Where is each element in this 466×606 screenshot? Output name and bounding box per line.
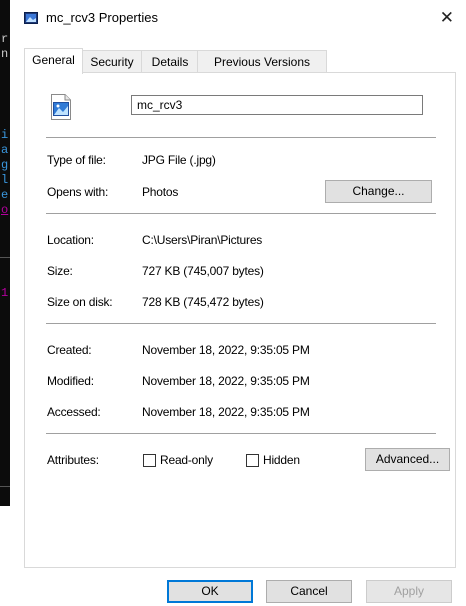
created-value: November 18, 2022, 9:35:05 PM bbox=[142, 343, 310, 357]
terminal-line: e bbox=[1, 188, 9, 202]
size-on-disk-value: 728 KB (745,472 bytes) bbox=[142, 295, 264, 309]
type-of-file-value: JPG File (.jpg) bbox=[142, 153, 216, 167]
tab-security[interactable]: Security bbox=[81, 50, 143, 73]
terminal-line: o bbox=[1, 203, 9, 217]
hidden-label[interactable]: Hidden bbox=[263, 453, 300, 467]
modified-value: November 18, 2022, 9:35:05 PM bbox=[142, 374, 310, 388]
hidden-checkbox[interactable] bbox=[246, 454, 259, 467]
type-of-file-label: Type of file: bbox=[47, 153, 106, 167]
advanced-button[interactable]: Advanced... bbox=[365, 448, 450, 471]
terminal-line: a bbox=[1, 143, 9, 157]
modified-label: Modified: bbox=[47, 374, 94, 388]
terminal-line: 1 bbox=[1, 286, 9, 300]
opens-with-label: Opens with: bbox=[47, 185, 109, 199]
terminal-line: g bbox=[1, 158, 9, 172]
opens-with-value: Photos bbox=[142, 185, 179, 199]
location-value: C:\Users\Piran\Pictures bbox=[142, 233, 263, 247]
file-name-input[interactable] bbox=[131, 95, 423, 115]
divider bbox=[46, 137, 436, 138]
apply-button[interactable]: Apply bbox=[366, 580, 452, 603]
size-value: 727 KB (745,007 bytes) bbox=[142, 264, 264, 278]
divider bbox=[46, 323, 436, 324]
title-bar[interactable]: mc_rcv3 Properties ✕ bbox=[10, 0, 466, 38]
divider bbox=[46, 213, 436, 214]
properties-dialog: mc_rcv3 Properties ✕ General Security De… bbox=[10, 0, 466, 606]
terminal-line: l bbox=[1, 173, 9, 187]
tab-general[interactable]: General bbox=[24, 48, 83, 74]
location-label: Location: bbox=[47, 233, 94, 247]
attributes-label: Attributes: bbox=[47, 453, 99, 467]
tab-details[interactable]: Details bbox=[141, 50, 199, 73]
terminal-divider bbox=[0, 486, 10, 487]
change-button[interactable]: Change... bbox=[325, 180, 432, 203]
tab-previous-versions[interactable]: Previous Versions bbox=[197, 50, 327, 73]
accessed-value: November 18, 2022, 9:35:05 PM bbox=[142, 405, 310, 419]
size-on-disk-label: Size on disk: bbox=[47, 295, 113, 309]
read-only-label[interactable]: Read-only bbox=[160, 453, 213, 467]
terminal-line: r bbox=[1, 32, 9, 46]
terminal-line: n bbox=[1, 47, 9, 61]
general-tab-panel: Type of file: JPG File (.jpg) Opens with… bbox=[24, 72, 456, 568]
terminal-divider bbox=[0, 257, 10, 258]
read-only-checkbox[interactable] bbox=[143, 454, 156, 467]
background-terminal: r n i a g l e o 1 bbox=[0, 0, 10, 506]
divider bbox=[46, 433, 436, 434]
created-label: Created: bbox=[47, 343, 92, 357]
accessed-label: Accessed: bbox=[47, 405, 101, 419]
terminal-line: i bbox=[1, 128, 9, 142]
window-title: mc_rcv3 Properties bbox=[46, 10, 158, 25]
close-icon[interactable]: ✕ bbox=[440, 8, 454, 28]
ok-button[interactable]: OK bbox=[167, 580, 253, 603]
image-file-icon bbox=[24, 12, 38, 24]
cancel-button[interactable]: Cancel bbox=[266, 580, 352, 603]
size-label: Size: bbox=[47, 264, 73, 278]
image-file-icon bbox=[51, 94, 71, 120]
